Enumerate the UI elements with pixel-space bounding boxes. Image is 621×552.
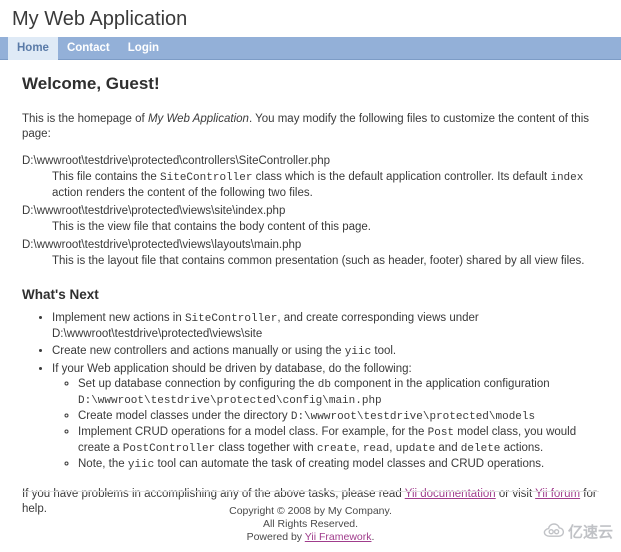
nav-item-home[interactable]: Home [8, 37, 58, 59]
sub1-text-a: Set up database connection by configurin… [78, 378, 318, 390]
footer-powered-by: Powered by Yii Framework. [22, 531, 599, 544]
sub1-text-b: component in the application configurati… [331, 378, 550, 390]
file-path-controller: D:\wwwroot\testdrive\protected\controlle… [22, 154, 599, 170]
code-yiic: yiic [345, 346, 371, 358]
code-sitecontroller-2: SiteController [185, 313, 277, 325]
nav-link-login[interactable]: Login [119, 37, 168, 60]
code-update: update [396, 443, 436, 455]
file-path-view-index: D:\wwwroot\testdrive\protected\views\sit… [22, 204, 599, 220]
sub2-text-a: Create model classes under the directory [78, 410, 291, 422]
file-desc-layout-main: This is the layout file that contains co… [52, 254, 599, 269]
page-title: My Web Application [12, 8, 187, 30]
code-sitecontroller: SiteController [160, 172, 252, 184]
site-footer: Copyright © 2008 by My Company. All Righ… [22, 491, 599, 544]
nav-link-contact[interactable]: Contact [58, 37, 119, 60]
sub-item-create-models: Create model classes under the directory… [78, 409, 599, 425]
code-db: db [318, 379, 331, 391]
code-yiic-2: yiic [128, 459, 154, 471]
page-root: My Web Application Home Contact Login We… [0, 0, 621, 552]
intro-paragraph: This is the homepage of My Web Applicati… [22, 112, 599, 142]
item3-text: If your Web application should be driven… [52, 363, 412, 375]
item1-path: D:\wwwroot\testdrive\protected\views\sit… [52, 328, 262, 340]
footer-powered-period: . [371, 531, 374, 543]
code-delete: delete [461, 443, 501, 455]
watermark: 亿速云 [543, 523, 613, 542]
next-steps-list: Implement new actions in SiteController,… [22, 311, 599, 473]
intro-text-before: This is the homepage of [22, 113, 148, 125]
nav-list: Home Contact Login [0, 37, 168, 59]
sub1-config-path: D:\wwwroot\testdrive\protected\config\ma… [78, 395, 382, 407]
footer-copyright: Copyright © 2008 by My Company. [22, 505, 599, 518]
file-list: D:\wwwroot\testdrive\protected\controlle… [22, 154, 599, 269]
file-desc-text-3: action renders the content of the follow… [52, 187, 313, 199]
cloud-logo-icon [543, 523, 565, 542]
welcome-heading: Welcome, Guest! [22, 74, 599, 94]
sub-item-setup-db: Set up database connection by configurin… [78, 377, 599, 409]
item1-text-b: , and create corresponding views under [277, 312, 478, 324]
code-index: index [550, 172, 583, 184]
intro-app-name: My Web Application [148, 113, 249, 125]
nav-item-login[interactable]: Login [119, 37, 168, 59]
code-postcontroller: PostController [123, 443, 215, 455]
note-text-a: Note, the [78, 458, 128, 470]
site-header: My Web Application [0, 0, 621, 37]
file-desc-controller: This file contains the SiteController cl… [52, 170, 599, 201]
sub-item-crud: Implement CRUD operations for a model cl… [78, 425, 599, 457]
watermark-text: 亿速云 [568, 525, 613, 541]
sub3-text-a: Implement CRUD operations for a model cl… [78, 426, 428, 438]
list-item-implement-actions: Implement new actions in SiteController,… [52, 311, 599, 342]
whats-next-heading: What's Next [22, 287, 599, 303]
note-yiic-automate: Note, the yiic tool can automate the tas… [78, 457, 599, 473]
nav-item-contact[interactable]: Contact [58, 37, 119, 59]
file-desc-text-1: This file contains the [52, 171, 160, 183]
item2-text-a: Create new controllers and actions manua… [52, 345, 345, 357]
list-item-create-controllers: Create new controllers and actions manua… [52, 344, 599, 360]
item2-text-b: tool. [371, 345, 396, 357]
sub3-text-g: actions. [500, 442, 543, 454]
file-desc-text-2: class which is the default application c… [252, 171, 550, 183]
file-desc-view-index: This is the view file that contains the … [52, 220, 599, 235]
nav-link-home[interactable]: Home [8, 37, 58, 60]
database-sub-list: Set up database connection by configurin… [52, 377, 599, 473]
code-post: Post [428, 427, 454, 439]
list-item-database-driven: If your Web application should be driven… [52, 362, 599, 473]
code-create: create [317, 443, 357, 455]
main-content: Welcome, Guest! This is the homepage of … [0, 60, 621, 517]
file-path-layout-main: D:\wwwroot\testdrive\protected\views\lay… [22, 238, 599, 254]
item1-text-a: Implement new actions in [52, 312, 185, 324]
sub3-text-f: and [435, 442, 461, 454]
sub3-text-c: class together with [215, 442, 317, 454]
code-read: read [363, 443, 389, 455]
footer-powered-text: Powered by [247, 531, 305, 543]
yii-framework-link[interactable]: Yii Framework [305, 531, 372, 543]
footer-rights: All Rights Reserved. [22, 518, 599, 531]
main-navigation: Home Contact Login [0, 37, 621, 60]
note-text-b: tool can automate the task of creating m… [154, 458, 544, 470]
sub2-models-path: D:\wwwroot\testdrive\protected\models [291, 411, 535, 423]
